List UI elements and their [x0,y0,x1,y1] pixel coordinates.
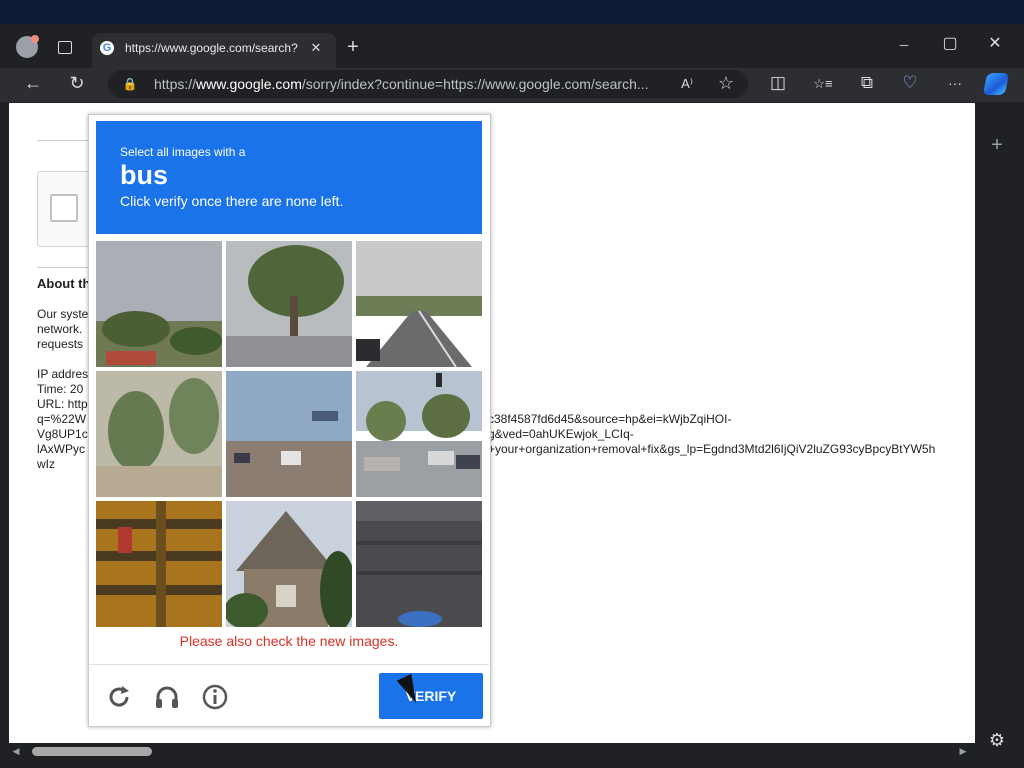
refresh-icon[interactable]: ↻ [66,73,88,95]
info-icon[interactable] [201,683,229,711]
google-favicon-icon: G [100,41,114,55]
profile-badge [31,35,39,43]
maximize-icon[interactable]: ▢ [939,34,961,56]
tile-tree-road [226,241,352,367]
url-rest: /sorry/index?continue=https://www.google… [301,76,649,92]
performance-icon[interactable]: ♡ [899,73,921,95]
select-text: Select all images with a [120,145,246,159]
instruction-text: Click verify once there are none left. [120,193,344,209]
tile-street-cars [226,371,352,497]
lock-icon[interactable]: 🔒 [119,74,141,96]
tile-bushes [96,371,222,497]
tab-actions-icon[interactable] [58,41,72,54]
sidebar-add-icon[interactable]: + [986,135,1008,157]
target-word: bus [120,160,169,190]
text-line: wIz [37,457,55,471]
tile-house [226,501,352,627]
recaptcha-checkbox[interactable] [50,194,78,222]
image-tile[interactable] [96,501,222,627]
image-tile[interactable] [226,371,352,497]
audio-challenge-icon[interactable] [153,683,181,711]
horizontal-scrollbar[interactable] [9,744,975,760]
explanation-paragraph: Our syste network. requests [37,307,88,352]
image-tile[interactable] [226,501,352,627]
reload-challenge-icon[interactable] [105,683,133,711]
url-prefix: https:// [154,76,197,92]
new-images-notice: Please also check the new images. [179,633,399,649]
image-tile[interactable] [96,241,222,367]
favorite-star-icon[interactable]: ☆ [715,73,737,95]
text-line: URL: http [37,397,88,411]
minimize-icon[interactable]: ─ [893,35,915,57]
tile-trees-field [96,241,222,367]
image-tile[interactable] [96,371,222,497]
tile-school-bus [96,501,222,627]
verify-button[interactable]: VERIFY [379,673,483,719]
text-line: requests [37,337,84,351]
url-host: www.google.com [196,76,302,92]
split-screen-icon[interactable]: ◫ [767,73,789,95]
footer-divider [89,664,489,665]
text-line: c38f4587fd6d45&source=hp&ei=kWjbZqiHOI- [488,412,732,426]
text-line: Vg8UP1c [37,427,88,441]
sidebar-settings-icon[interactable]: ⚙ [986,730,1008,752]
image-tile[interactable] [356,371,482,497]
edge-sidebar [976,102,1024,744]
url-text[interactable]: https://www.google.com/sorry/index?conti… [154,76,664,92]
scrollbar-thumb[interactable] [32,747,152,756]
tab-title: https://www.google.com/search? [125,41,298,55]
read-aloud-icon[interactable]: A⁾ [676,74,698,96]
more-menu-icon[interactable]: ··· [944,73,966,95]
scroll-left-icon[interactable]: ◀ [10,745,22,757]
image-tile[interactable] [356,241,482,367]
scroll-right-icon[interactable]: ▶ [957,745,969,757]
favorites-icon[interactable]: ☆≡ [812,74,834,96]
text-line: IP addres [37,367,89,381]
window-close-icon[interactable]: ✕ [984,34,1006,56]
image-tile[interactable] [226,241,352,367]
text-line: +your+organization+removal+fix&gs_lp=Egd… [488,442,936,456]
url-tail-block: c38f4587fd6d45&source=hp&ei=kWjbZqiHOI- … [488,412,974,457]
tile-highway [356,241,482,367]
tile-intersection [356,371,482,497]
text-line: lAxWPyc [37,442,85,456]
tab-close-icon[interactable]: ✕ [305,38,327,60]
image-tile[interactable] [356,501,482,627]
tile-dark-vehicle [356,501,482,627]
text-line: Time: 20 [37,382,84,396]
text-line: g&ved=0ahUKEwjok_LCIq- [488,427,634,441]
text-line: q=%22W [37,412,87,426]
info-block: IP addres Time: 20 URL: http q=%22W Vg8U… [37,367,88,472]
about-heading: About th [37,276,91,291]
back-icon[interactable]: ← [22,73,44,95]
text-line: Our syste [37,307,89,321]
new-tab-icon[interactable]: + [342,37,364,59]
collections-icon[interactable]: ⧉ [856,73,878,95]
text-line: network. [37,322,83,336]
